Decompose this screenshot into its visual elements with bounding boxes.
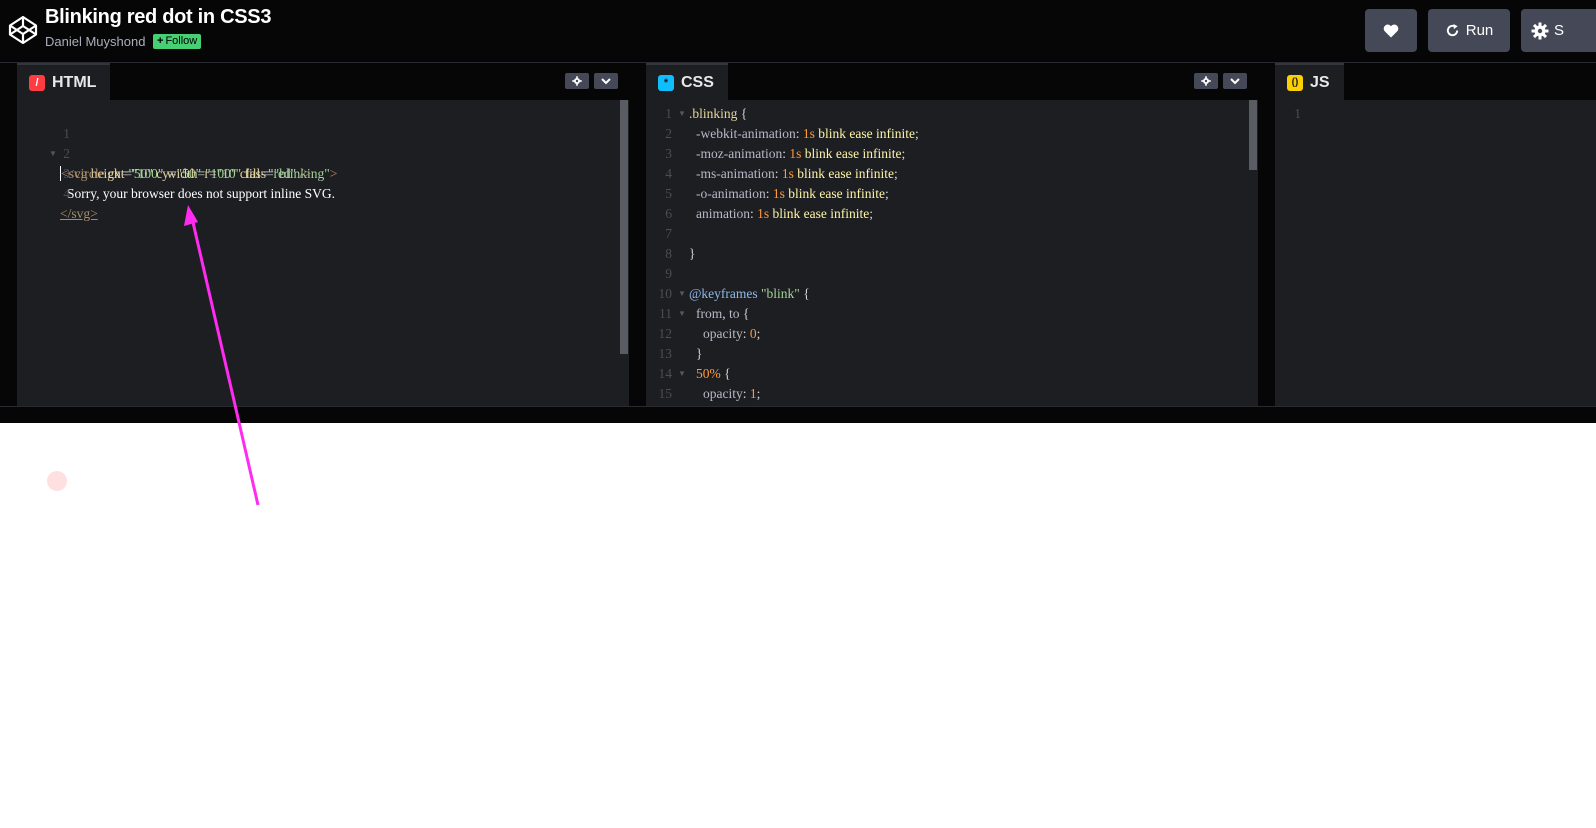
js-tab-bar: () JS: [1275, 63, 1596, 100]
panel-divider[interactable]: [629, 63, 646, 406]
preview-resizer[interactable]: [0, 406, 1596, 423]
gear-icon: [572, 76, 582, 86]
line-number: 5: [665, 186, 672, 201]
editor-area: / HTML 1 ▼ <svg height="100" width="100"…: [0, 63, 1596, 406]
pen-title[interactable]: Blinking red dot in CSS3: [45, 6, 271, 29]
html-editor-panel: / HTML 1 ▼ <svg height="100" width="100"…: [17, 63, 629, 406]
plus-icon: +: [157, 35, 164, 47]
blinking-red-dot: [47, 471, 67, 491]
top-bar: Blinking red dot in CSS3 Daniel Muyshond…: [0, 0, 1596, 63]
author-name[interactable]: Daniel Muyshond: [45, 34, 145, 49]
settings-label: S: [1554, 22, 1565, 39]
line-number: 15: [658, 386, 673, 401]
run-button[interactable]: Run: [1428, 9, 1510, 52]
css-collapse-button[interactable]: [1223, 73, 1247, 89]
run-label: Run: [1465, 22, 1494, 39]
line-number: 4: [63, 186, 70, 201]
js-braces-icon: (): [1287, 74, 1303, 91]
html-settings-button[interactable]: [565, 73, 589, 89]
line-number: 14: [658, 366, 673, 381]
tab-js[interactable]: () JS: [1275, 63, 1344, 100]
css-asterisk-icon: *: [658, 74, 674, 91]
fold-arrow-icon[interactable]: ▼: [678, 364, 686, 384]
chevron-down-icon: [601, 77, 611, 84]
line-number: 12: [658, 326, 673, 341]
refresh-icon: [1446, 23, 1458, 37]
tab-html[interactable]: / HTML: [17, 63, 111, 100]
tab-css[interactable]: * CSS: [646, 63, 728, 100]
html-code-editor[interactable]: 1 ▼ <svg height="100" width="100" class=…: [17, 100, 629, 406]
line-number: 2: [665, 126, 672, 141]
code-line: 1 ▼ <svg height="100" width="100" class=…: [17, 104, 629, 181]
line-number: 11: [659, 306, 672, 321]
codepen-logo-icon[interactable]: [8, 15, 38, 45]
html-scrollbar[interactable]: [620, 100, 628, 354]
gear-icon: [1201, 76, 1211, 86]
line-number: 1: [1294, 106, 1301, 121]
css-tab-label: CSS: [681, 73, 714, 91]
code-line: 4 </svg>: [17, 164, 629, 221]
fold-arrow-icon[interactable]: ▼: [678, 284, 686, 304]
js-tab-label: JS: [1310, 73, 1330, 91]
heart-button[interactable]: [1365, 9, 1417, 52]
css-code-editor[interactable]: 1 ▼ .blinking { 2 -webkit-animation: 1s bli…: [646, 100, 1258, 406]
fold-arrow-icon[interactable]: ▼: [678, 104, 686, 124]
line-number: 4: [665, 166, 672, 181]
panel-divider[interactable]: [1258, 63, 1275, 406]
line-number: 8: [665, 246, 672, 261]
line-number: 6: [665, 206, 672, 221]
fold-arrow-icon[interactable]: ▼: [678, 304, 686, 324]
line-number: 1: [665, 106, 672, 121]
html-collapse-button[interactable]: [594, 73, 618, 89]
follow-button[interactable]: + Follow: [153, 34, 202, 49]
css-settings-button[interactable]: [1194, 73, 1218, 89]
js-code-editor[interactable]: 1: [1275, 100, 1596, 406]
js-editor-panel: () JS 1: [1275, 63, 1596, 406]
code-line: 2 <circle cx="50" cy="50" r="10" fill="r…: [17, 124, 629, 181]
settings-button[interactable]: S: [1521, 9, 1596, 52]
line-number: 9: [665, 266, 672, 281]
result-preview: [0, 423, 1596, 828]
code-line: 3 Sorry, your browser does not support i…: [17, 144, 629, 201]
gear-icon: [1531, 22, 1549, 39]
css-editor-panel: * CSS 1 ▼ .blinking { 2 -webkit-animation: …: [646, 63, 1258, 406]
chevron-down-icon: [1230, 77, 1240, 84]
line-number: 13: [658, 346, 673, 361]
line-number: 10: [658, 286, 673, 301]
line-number: 3: [665, 146, 672, 161]
css-scrollbar[interactable]: [1249, 100, 1257, 170]
code-text: Sorry, your browser does not support inl…: [67, 186, 335, 201]
heart-icon: [1383, 24, 1399, 37]
html-slash-icon: /: [29, 74, 45, 91]
line-number: 7: [665, 226, 672, 241]
follow-label: Follow: [165, 35, 198, 47]
html-tab-label: HTML: [52, 73, 97, 91]
css-tab-bar: * CSS: [646, 63, 1258, 100]
html-tab-bar: / HTML: [17, 63, 629, 100]
